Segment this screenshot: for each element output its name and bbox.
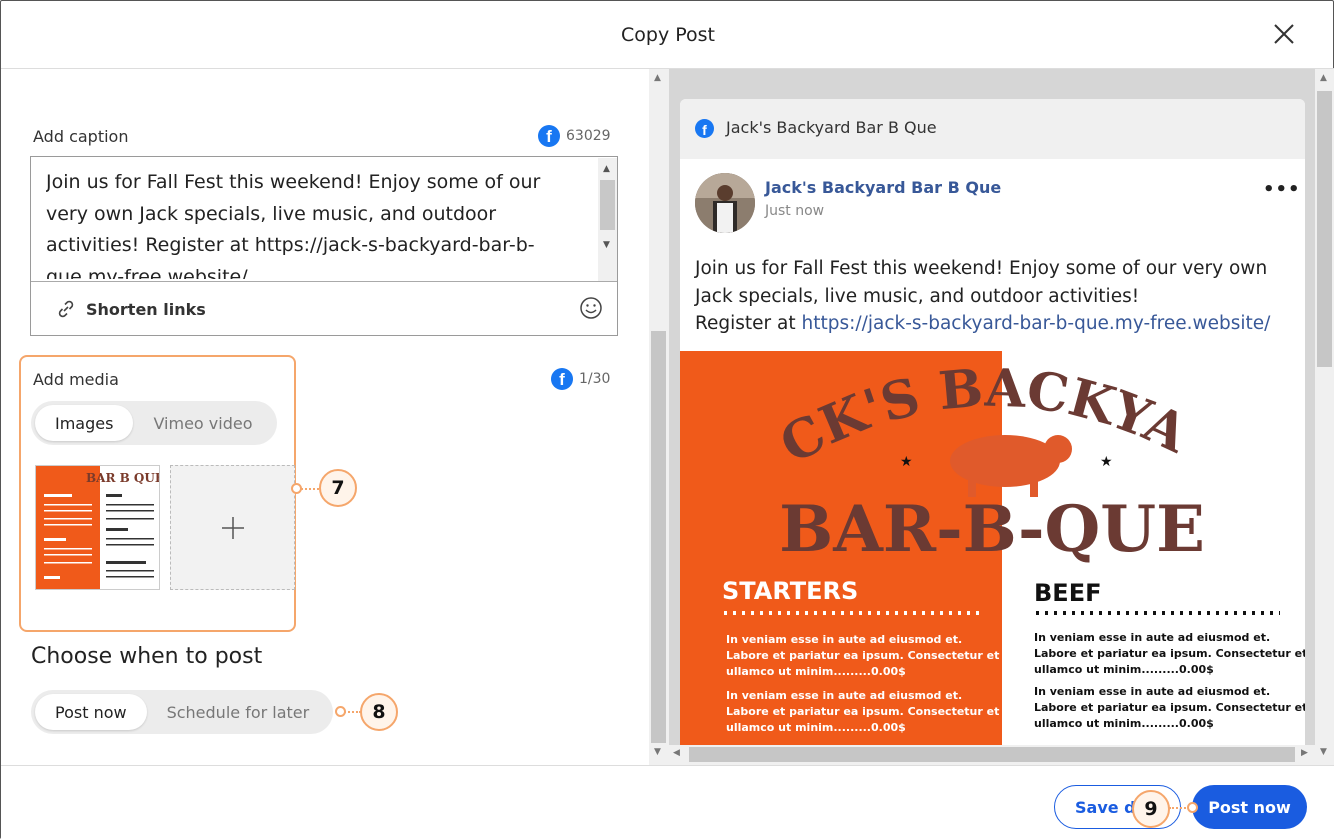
menu-starters-items: In veniam esse in aute ad eiusmod et. La… [726,633,999,734]
callout-8: 8 [360,693,398,731]
callout-anchor [335,706,346,717]
callout-7: 7 [319,469,357,507]
editor-scrollbar[interactable]: ▲ ▼ [649,69,669,765]
thumbnail-menu-lines: BAR B QUE [44,471,160,579]
copy-post-dialog: Copy Post Add caption f 63029 Join us fo… [0,0,1334,840]
svg-text:★: ★ [900,454,913,470]
post-timing-toggle: Post now Schedule for later [31,690,334,734]
svg-text:ullamco ut minim.........0.00$: ullamco ut minim.........0.00$ [726,721,906,734]
facebook-icon: f [551,368,573,390]
caption-label: Add caption [33,127,129,146]
post-now-button[interactable]: Post now [1192,785,1307,829]
dialog-footer: Save d Post now 9 [1,765,1334,840]
dialog-title: Copy Post [621,24,715,46]
plus-icon [222,517,244,539]
media-type-tabs: Images Vimeo video [31,401,277,445]
caption-text[interactable]: Join us for Fall Fest this weekend! Enjo… [46,167,586,279]
menu-beef-items: In veniam esse in aute ad eiusmod et. La… [1034,631,1305,730]
editor-scroll-thumb[interactable] [651,331,666,743]
avatar [695,173,755,233]
preview-horizontal-scrollbar[interactable]: ◀ ▶ [669,745,1315,765]
avatar-photo [695,173,755,233]
schedule-later-option[interactable]: Schedule for later [147,694,330,730]
preview-scrollbar[interactable]: ▲ ▼ [1315,69,1334,765]
svg-text:In veniam esse in aute ad eius: In veniam esse in aute ad eiusmod et. [726,689,962,702]
tab-vimeo-video[interactable]: Vimeo video [133,405,272,441]
menu-starters-heading: STARTERS [722,577,858,605]
svg-text:Labore et pariatur ea ipsum. C: Labore et pariatur ea ipsum. Consectetur… [1034,701,1305,714]
editor-panel: Add caption f 63029 Join us for Fall Fes… [1,69,649,765]
svg-text:Labore et pariatur ea ipsum. C: Labore et pariatur ea ipsum. Consectetur… [1034,647,1305,660]
post-link[interactable]: https://jack-s-backyard-bar-b-que.my-fre… [802,313,1271,334]
caption-textarea[interactable]: Join us for Fall Fest this weekend! Enjo… [30,156,618,336]
preview-header: f Jack's Backyard Bar B Que [680,99,1305,159]
preview-scroll-thumb[interactable] [1317,91,1332,367]
preview-header-title: Jack's Backyard Bar B Que [726,118,937,137]
post-image: JACK'S BACKYARD ★ ★ BAR-B-QUE STARTERS B… [680,351,1305,751]
close-icon[interactable] [1271,21,1297,47]
menu-artwork: JACK'S BACKYARD ★ ★ BAR-B-QUE STARTERS B… [680,351,1305,734]
facebook-icon: f [538,125,560,147]
media-count: f 1/30 [551,368,610,390]
menu-beef-heading: BEEF [1034,579,1101,607]
callout-9: 9 [1132,790,1170,828]
svg-text:ullamco ut minim.........0.00$: ullamco ut minim.........0.00$ [726,665,906,678]
menu-brand-bottom: BAR-B-QUE [779,492,1205,567]
caption-scroll-thumb[interactable] [600,180,615,230]
add-image-button[interactable] [170,465,295,590]
preview-panel: f Jack's Backyard Bar B Que Jack's Backy… [669,69,1334,765]
callout-anchor [291,483,302,494]
link-icon [58,300,74,318]
dialog-header: Copy Post [1,1,1334,69]
svg-text:In veniam esse in aute ad eius: In veniam esse in aute ad eiusmod et. [1034,685,1270,698]
post-time: Just now [765,203,825,219]
tab-images[interactable]: Images [35,405,134,441]
facebook-preview-card: f Jack's Backyard Bar B Que Jack's Backy… [680,99,1305,765]
svg-text:In veniam esse in aute ad eius: In veniam esse in aute ad eiusmod et. [1034,631,1270,644]
svg-text:In veniam esse in aute ad eius: In veniam esse in aute ad eiusmod et. [726,633,962,646]
page-name-link[interactable]: Jack's Backyard Bar B Que [765,178,1001,197]
svg-text:ullamco ut minim.........0.00$: ullamco ut minim.........0.00$ [1034,663,1214,676]
svg-text:BAR B QUE: BAR B QUE [86,471,160,485]
shorten-links-button[interactable]: Shorten links [56,299,206,319]
pig-icon [950,435,1072,497]
preview-hscroll-thumb[interactable] [689,747,1295,762]
svg-text:★: ★ [1100,454,1113,470]
facebook-icon: f [695,119,714,138]
more-options-icon[interactable]: ••• [1263,179,1301,200]
caption-scrollbar[interactable]: ▲ ▼ [598,158,617,282]
svg-text:ullamco ut minim.........0.00$: ullamco ut minim.........0.00$ [1034,717,1214,730]
menu-brand-top: JACK'S BACKYARD [680,351,1197,476]
caption-char-count: f 63029 [538,125,611,147]
media-label: Add media [33,370,119,389]
callout-anchor [1187,802,1198,813]
schedule-heading: Choose when to post [31,644,263,669]
post-now-option[interactable]: Post now [35,694,147,730]
svg-text:Labore et pariatur ea ipsum. C: Labore et pariatur ea ipsum. Consectetur… [726,705,999,718]
caption-divider [31,281,617,282]
post-text: Join us for Fall Fest this weekend! Enjo… [695,258,1271,334]
svg-text:Labore et pariatur ea ipsum. C: Labore et pariatur ea ipsum. Consectetur… [726,649,999,662]
media-thumbnail[interactable]: BAR B QUE [35,465,160,590]
emoji-icon[interactable] [579,296,603,320]
